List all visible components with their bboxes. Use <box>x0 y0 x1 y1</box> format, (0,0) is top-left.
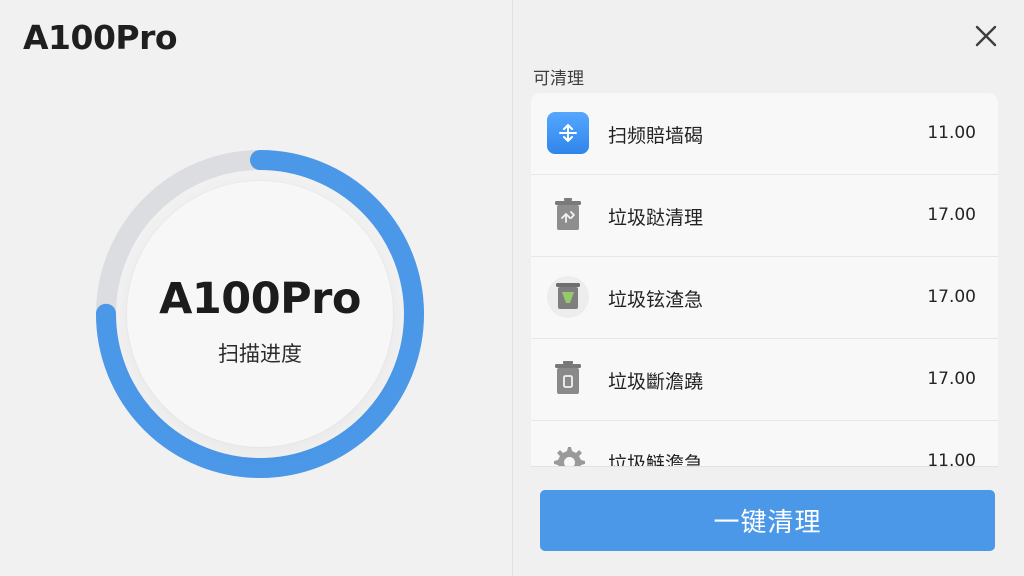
one-click-clean-button[interactable]: 一键清理 <box>540 490 995 551</box>
list-item-value: 11.00 <box>927 123 976 143</box>
list-item-label: 垃圾跶清理 <box>608 207 704 229</box>
list-item[interactable]: 垃圾跶清理 17.00 <box>531 175 998 257</box>
list-item[interactable]: 垃圾铉渣急 17.00 <box>531 257 998 339</box>
gear-icon <box>547 440 589 466</box>
list-item-value: 17.00 <box>927 287 976 307</box>
trash-bin-icon <box>547 358 589 400</box>
cleanable-section-label: 可清理 <box>533 69 584 89</box>
scan-arrows-icon <box>559 124 577 142</box>
left-pane: A100Pro A100Pro 扫描进度 <box>0 0 512 576</box>
list-item[interactable]: 扫频賠墙碣 11.00 <box>531 93 998 175</box>
close-icon <box>975 25 997 47</box>
trash-green-icon <box>547 276 589 318</box>
scan-progress-ring: A100Pro 扫描进度 <box>96 150 424 478</box>
list-item-value: 17.00 <box>927 205 976 225</box>
scan-title: A100Pro <box>159 274 361 324</box>
settings-gear-icon <box>554 447 585 466</box>
app-title: A100Pro <box>23 18 178 57</box>
list-item-value: 17.00 <box>927 369 976 389</box>
list-item-label: 垃圾鲢澹急 <box>608 453 704 466</box>
right-pane: 可清理 扫频賠墙碣 11.00 垃圾跶清理 17.00 垃圾铉渣急 17.00 … <box>513 0 1024 576</box>
list-item[interactable]: 垃圾鲢澹急 11.00 <box>531 421 998 466</box>
bin-icon <box>555 361 581 394</box>
list-item-label: 垃圾铉渣急 <box>608 289 704 311</box>
scan-progress-label: 扫描进度 <box>218 342 302 366</box>
close-button[interactable] <box>972 22 1000 50</box>
app-window: A100Pro A100Pro 扫描进度 可清理 扫频賠墙碣 11.00 垃圾跶… <box>0 0 1024 576</box>
list-item[interactable]: 垃圾斷澹蹺 17.00 <box>531 339 998 421</box>
cleanable-list: 扫频賠墙碣 11.00 垃圾跶清理 17.00 垃圾铉渣急 17.00 垃圾斷澹… <box>531 93 998 466</box>
trash-recycle-icon <box>547 194 589 236</box>
list-item-value: 11.00 <box>927 451 976 466</box>
blue-scan-icon <box>547 112 589 154</box>
footer-separator <box>531 466 998 467</box>
green-bin-icon <box>556 283 580 309</box>
recycle-bin-icon <box>555 198 581 230</box>
list-item-label: 扫频賠墙碣 <box>608 125 704 147</box>
list-item-label: 垃圾斷澹蹺 <box>608 371 704 393</box>
